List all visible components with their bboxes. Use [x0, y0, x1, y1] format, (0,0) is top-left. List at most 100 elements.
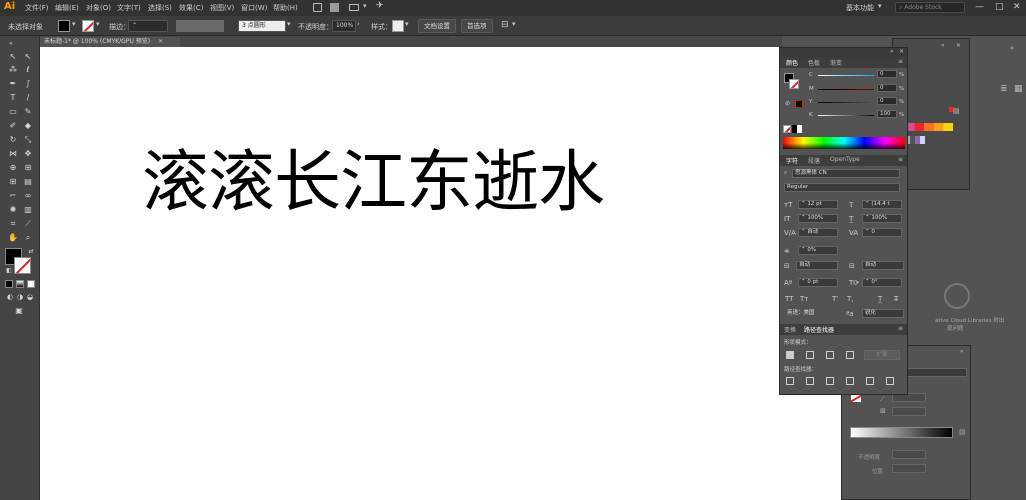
white-swatch[interactable] [797, 125, 802, 133]
brush-definition-field[interactable]: 3 点圆形 [238, 20, 286, 32]
screen-mode-icon[interactable]: ▣ [12, 305, 26, 316]
channel-m-slider[interactable] [818, 89, 874, 90]
minimize-button[interactable]: — [975, 2, 984, 12]
rotate-tool-icon[interactable]: ↻ [6, 134, 20, 145]
width-tool-icon[interactable]: ⋈ [6, 148, 20, 159]
type-tool-icon[interactable]: T [6, 92, 20, 103]
swatch-libraries-icon[interactable]: ▤ [953, 107, 960, 115]
small-caps-icon[interactable]: Tт [800, 295, 808, 303]
menu-file[interactable]: 文件(F) [25, 3, 49, 13]
none-swatch[interactable] [783, 125, 791, 133]
paintbrush-tool-icon[interactable]: ✎ [21, 106, 35, 117]
tab-paragraph[interactable]: 段落 [808, 156, 820, 165]
panel-collapse-icon[interactable]: « [4, 38, 18, 49]
outline-icon[interactable] [866, 377, 874, 385]
menu-type[interactable]: 文字(T) [117, 3, 141, 13]
visibility-icon[interactable]: ⊠ [880, 407, 886, 415]
subscript-icon[interactable]: T, [847, 295, 854, 303]
rectangle-tool-icon[interactable]: ▭ [6, 106, 20, 117]
channel-k-slider[interactable] [818, 115, 874, 116]
merge-icon[interactable] [826, 377, 834, 385]
out-of-gamut-icon[interactable]: ⊘ [785, 100, 790, 107]
stroke-chevron-icon[interactable]: ▾ [96, 20, 100, 28]
graphic-style-swatch[interactable] [392, 20, 404, 32]
minus-front-icon[interactable] [806, 351, 814, 359]
minus-back-icon[interactable] [886, 377, 894, 385]
fill-swatch[interactable] [58, 20, 70, 32]
style-chevron-icon[interactable]: ▾ [405, 20, 409, 28]
libraries-list-view-icon[interactable]: ≣ [1000, 84, 1008, 94]
align-icon[interactable]: ⊟ [501, 20, 509, 30]
align-chevron-icon[interactable]: ▾ [512, 20, 516, 28]
workspace-chevron-icon[interactable]: ▾ [878, 2, 882, 10]
artwork-text[interactable]: 滚滚长江东逝水 [142, 128, 605, 225]
scale-tool-icon[interactable]: ⤡ [21, 134, 35, 145]
line-tool-icon[interactable]: / [21, 92, 35, 103]
arrange-documents-icon[interactable] [349, 4, 359, 11]
appearance-stroke-swatch[interactable] [851, 394, 861, 402]
tab-color[interactable]: 颜色 [786, 58, 798, 67]
appearance-position-field[interactable] [892, 464, 926, 473]
font-style-select[interactable]: Regular [784, 183, 900, 192]
channel-c-field[interactable]: 0 [877, 70, 897, 78]
stroke-weight-field[interactable]: ⌃ [128, 20, 168, 32]
all-caps-icon[interactable]: TT [785, 295, 793, 303]
last-color-swatch[interactable] [795, 100, 803, 108]
appearance-field-2[interactable] [892, 407, 926, 416]
gradient-preview[interactable] [850, 427, 953, 438]
mesh-tool-icon[interactable]: ⊞ [6, 176, 20, 187]
document-tab[interactable]: 未标题-1* @ 100% (CMYK/GPU 预览) × [40, 37, 180, 47]
vertical-scale-field[interactable]: ⌃ 100% [798, 214, 838, 223]
artboard-tool-icon[interactable]: ⌗ [6, 218, 20, 229]
panel-collapse-icon[interactable]: « [890, 48, 894, 55]
stock-icon[interactable] [330, 3, 339, 12]
shape-builder-tool-icon[interactable]: ⊕ [6, 162, 20, 173]
menu-edit[interactable]: 编辑(E) [55, 3, 79, 13]
panel-menu-icon[interactable]: ≡ [898, 58, 903, 65]
stroke-swatch[interactable] [82, 20, 94, 32]
opacity-chevron-icon[interactable]: › [357, 20, 360, 28]
channel-y-field[interactable]: 0 [877, 97, 897, 105]
swatch-row-2[interactable] [905, 136, 925, 144]
magic-wand-tool-icon[interactable]: ⁂ [6, 64, 20, 75]
crop-icon[interactable] [846, 377, 854, 385]
stock-search-input[interactable]: ⌕ Adobe Stock [895, 2, 965, 13]
hand-tool-icon[interactable]: ✋ [6, 232, 20, 243]
preferences-button[interactable]: 首选项 [461, 19, 493, 33]
stepper-icon[interactable]: ⌃ [132, 22, 137, 29]
maximize-button[interactable]: □ [995, 2, 1004, 12]
gradient-menu-icon[interactable]: ▤ [959, 428, 966, 436]
anti-alias-select[interactable]: 锐化 [862, 309, 904, 318]
font-family-select[interactable]: 思源黑体 CN [792, 169, 900, 178]
opacity-field[interactable]: 100% [332, 20, 356, 32]
language-select[interactable]: 英语：美国 [784, 309, 844, 318]
gradient-mode-icon[interactable] [16, 280, 24, 288]
symbol-sprayer-tool-icon[interactable]: ✺ [6, 204, 20, 215]
draw-inside-icon[interactable]: ◒ [23, 292, 37, 303]
panel-close-icon[interactable]: ✕ [956, 42, 961, 49]
eyedropper-tool-icon[interactable]: ⌐ [6, 190, 20, 201]
exclude-icon[interactable] [846, 351, 854, 359]
pen-tool-icon[interactable]: ✒ [6, 78, 20, 89]
font-size-field[interactable]: ⌃ 12 pt [798, 200, 838, 209]
perspective-grid-tool-icon[interactable]: ⊞ [21, 162, 35, 173]
free-transform-tool-icon[interactable]: ✥ [21, 148, 35, 159]
tracking-field[interactable]: ⌃ 0 [862, 228, 902, 237]
menu-select[interactable]: 选择(S) [148, 3, 172, 13]
zoom-tool-icon[interactable]: ⌕ [21, 232, 35, 243]
chevron-down-icon[interactable]: ▾ [363, 2, 367, 10]
unite-icon[interactable] [786, 351, 794, 359]
default-colors-icon[interactable]: ◧ [2, 265, 16, 276]
gradient-tool-icon[interactable]: ▤ [21, 176, 35, 187]
superscript-icon[interactable]: T' [832, 295, 838, 303]
color-spectrum[interactable] [783, 137, 905, 149]
column-graph-tool-icon[interactable]: ▥ [21, 204, 35, 215]
strikethrough-icon[interactable]: T̶ [894, 295, 898, 303]
tsume-field[interactable]: ⌃ 0% [798, 246, 838, 255]
menu-object[interactable]: 对象(O) [86, 3, 111, 13]
close-button[interactable]: ✕ [1013, 2, 1021, 12]
brush-chevron-icon[interactable]: ▾ [287, 20, 291, 28]
aki-left-select[interactable]: 自动 [796, 261, 838, 270]
menu-window[interactable]: 窗口(W) [241, 3, 267, 13]
tab-transform[interactable]: 变换 [784, 325, 796, 334]
